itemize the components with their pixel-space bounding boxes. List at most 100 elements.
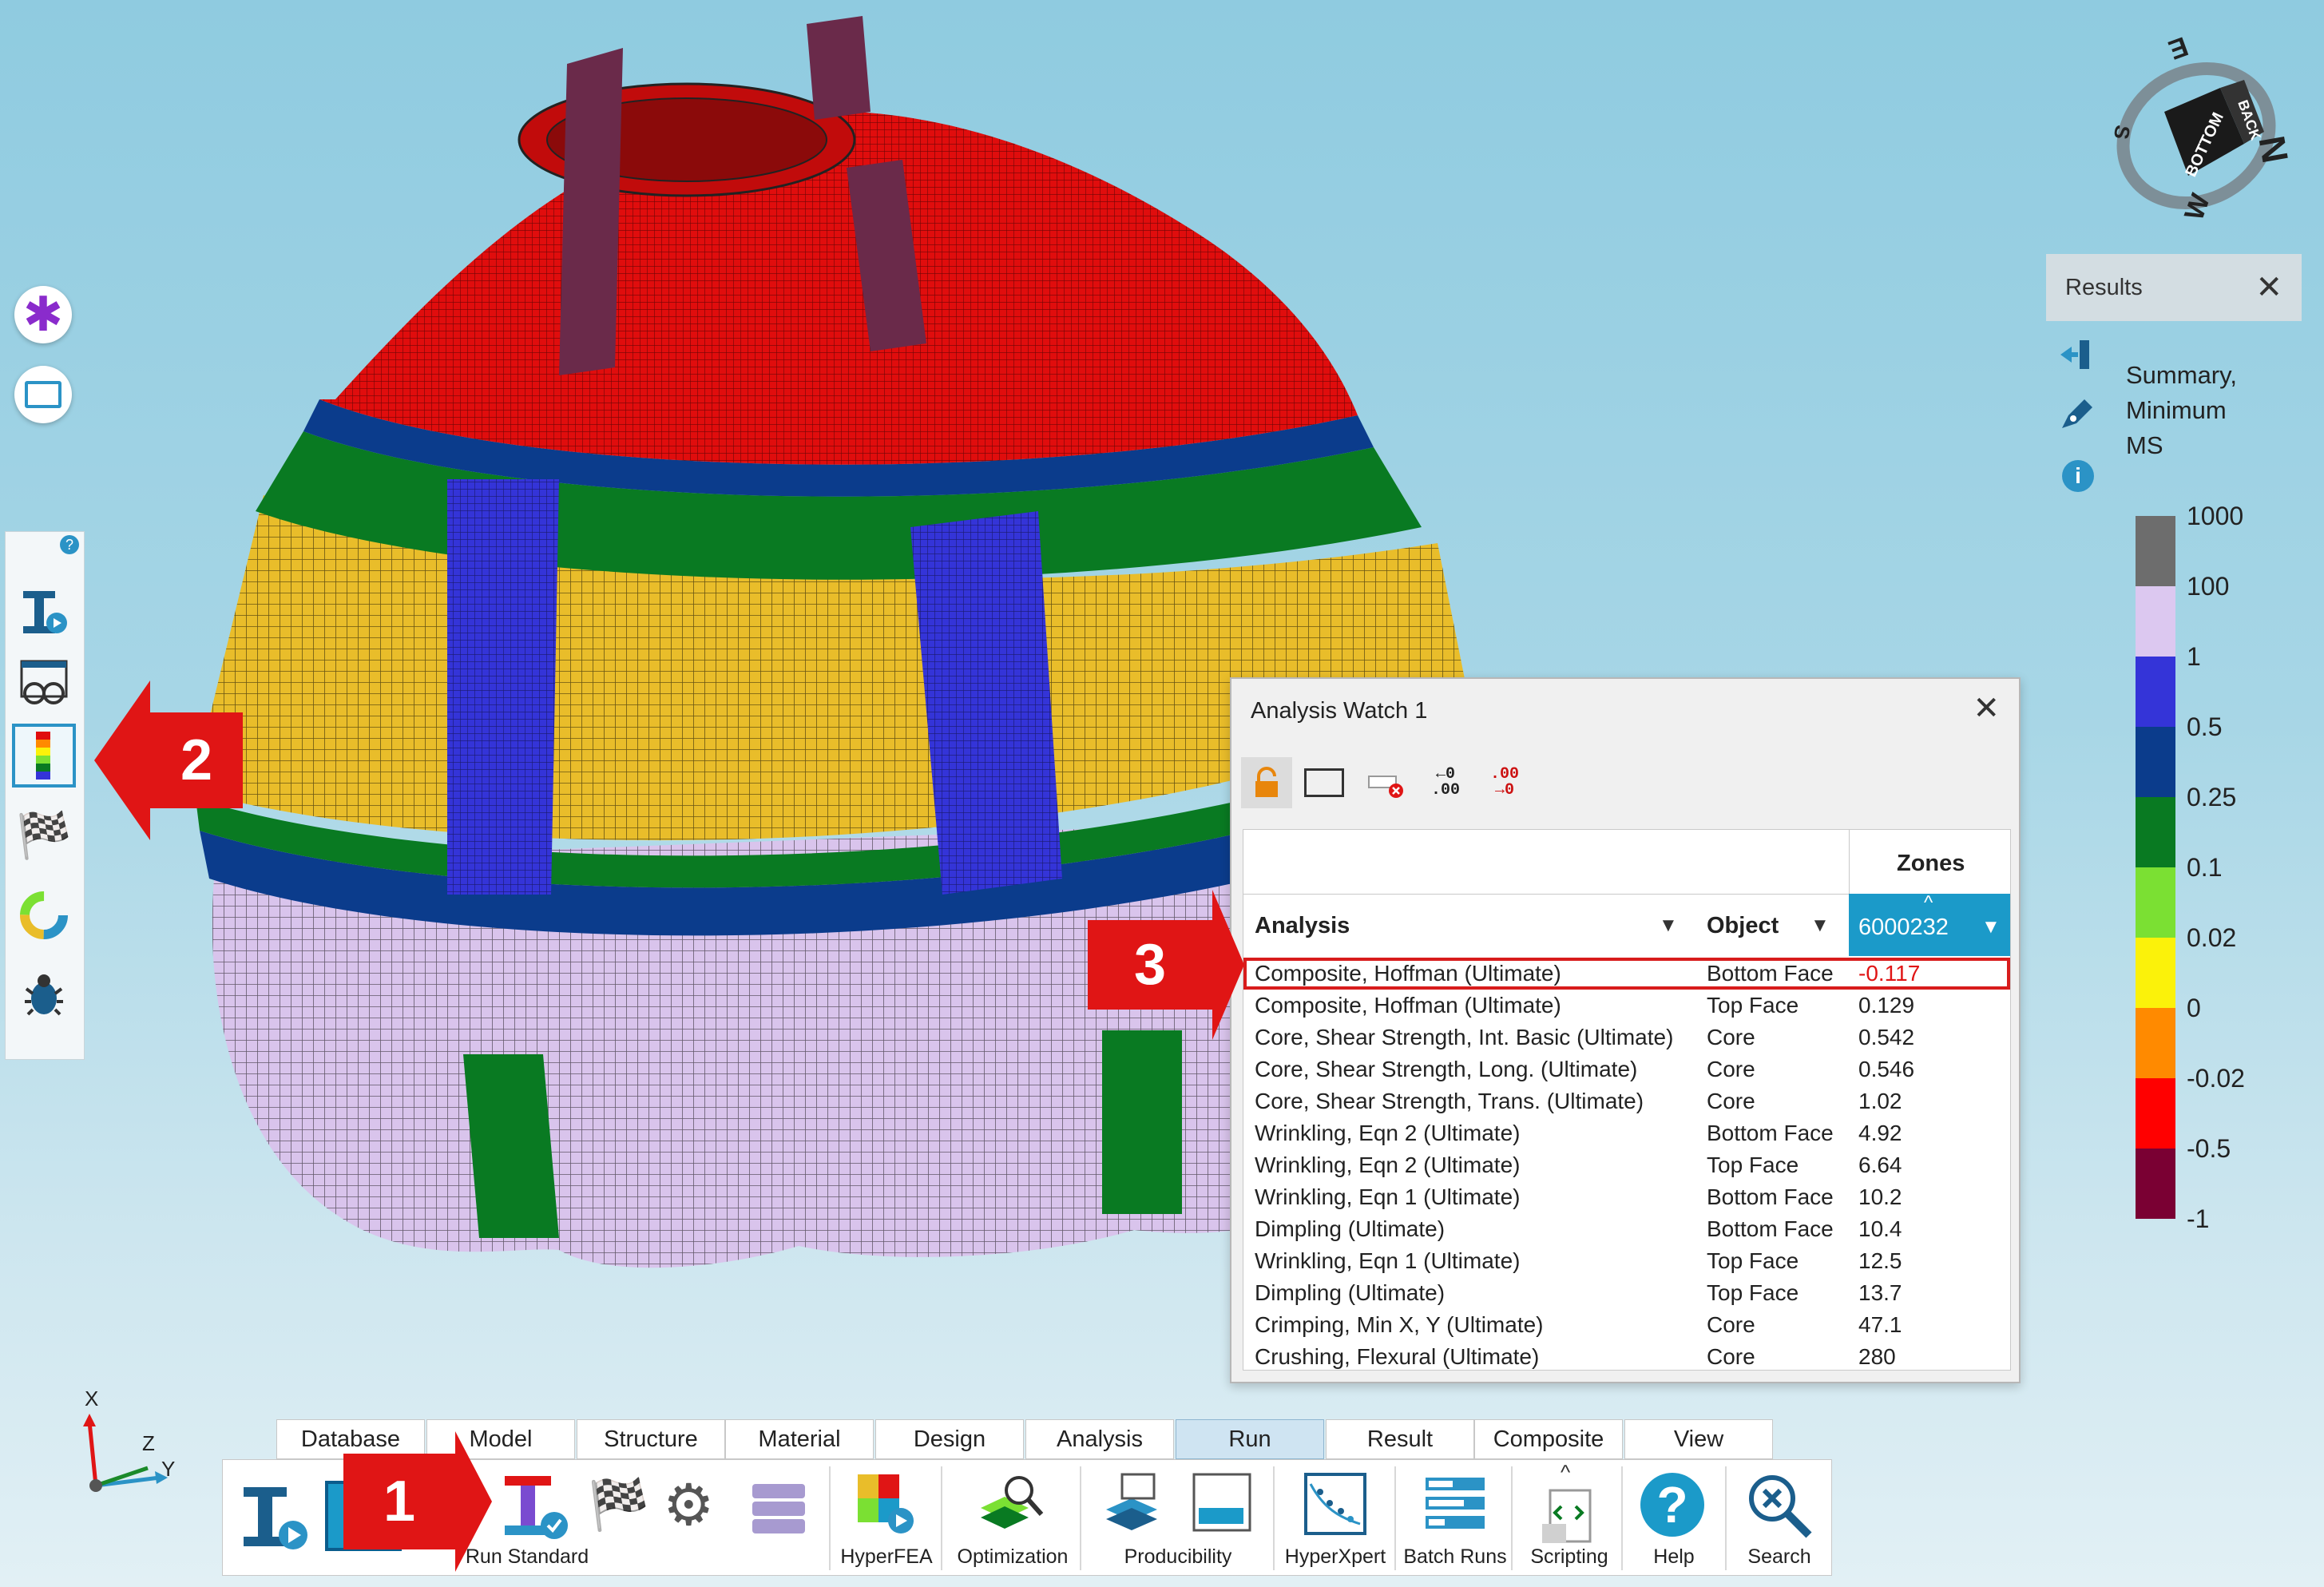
clear-button[interactable] bbox=[1359, 757, 1410, 808]
legend-swatch bbox=[2136, 727, 2175, 797]
run-finish-button[interactable]: 🏁 bbox=[583, 1465, 649, 1572]
info-icon[interactable]: i bbox=[2062, 460, 2094, 492]
results-edit-button[interactable] bbox=[2057, 391, 2099, 433]
object-cell: Bottom Face bbox=[1707, 1121, 1834, 1145]
color-legend-icon bbox=[36, 732, 50, 780]
rectangle-select-button[interactable] bbox=[14, 366, 72, 423]
bug-icon bbox=[25, 974, 63, 1016]
filter-icon[interactable]: ▼ bbox=[1659, 915, 1678, 937]
tab-material[interactable]: Material bbox=[725, 1419, 874, 1459]
producibility-button[interactable]: Producibility bbox=[1086, 1465, 1270, 1572]
table-row[interactable]: Wrinkling, Eqn 1 (Ultimate) Top Face 12.5 bbox=[1243, 1245, 2010, 1277]
value-cell: 6.64 bbox=[1858, 1153, 1902, 1177]
tab-run[interactable]: Run bbox=[1176, 1419, 1324, 1459]
filter-icon[interactable]: ▼ bbox=[1981, 916, 2001, 938]
run-i-icon bbox=[244, 1487, 307, 1549]
tab-result[interactable]: Result bbox=[1326, 1419, 1474, 1459]
table-row[interactable]: Composite, Hoffman (Ultimate) Top Face 0.1… bbox=[1243, 990, 2010, 1022]
value-cell: 280 bbox=[1858, 1344, 1896, 1369]
legend-label: -1 bbox=[2187, 1204, 2210, 1233]
tab-composite[interactable]: Composite bbox=[1474, 1419, 1623, 1459]
object-cell: Core bbox=[1707, 1344, 1755, 1369]
mode-label-line-2: Minimum bbox=[2126, 396, 2227, 424]
hyperxpert-label: HyperXpert bbox=[1284, 1545, 1386, 1568]
help-icon: ? bbox=[1640, 1473, 1704, 1537]
results-mode-label: Summary, Minimum MS bbox=[2126, 358, 2237, 463]
hyperxpert-icon bbox=[1304, 1473, 1366, 1535]
legend-swatch bbox=[2136, 586, 2175, 657]
table-row[interactable]: Wrinkling, Eqn 2 (Ultimate) Bottom Face 4.… bbox=[1243, 1117, 2010, 1149]
help-icon[interactable]: ? bbox=[60, 535, 79, 554]
search-button[interactable]: Search bbox=[1731, 1465, 1827, 1572]
donut-tool[interactable] bbox=[12, 883, 76, 947]
table-row[interactable]: Dimpling (Ultimate) Top Face 13.7 bbox=[1243, 1277, 2010, 1309]
callout-arrow-2 bbox=[94, 680, 150, 840]
scripting-button[interactable]: ^ Scripting bbox=[1517, 1460, 1621, 1572]
analysis-cell: Dimpling (Ultimate) bbox=[1255, 1280, 1446, 1305]
asterisk-button[interactable]: ✱ bbox=[14, 286, 72, 343]
results-back-button[interactable] bbox=[2057, 337, 2092, 372]
tab-view[interactable]: View bbox=[1624, 1419, 1773, 1459]
tab-analysis[interactable]: Analysis bbox=[1025, 1419, 1174, 1459]
batch-runs-button[interactable]: Batch Runs bbox=[1399, 1465, 1511, 1572]
collapse-ribbon-icon[interactable]: ^ bbox=[1561, 1460, 1570, 1485]
lock-button[interactable] bbox=[1241, 757, 1292, 808]
hyperxpert-button[interactable]: HyperXpert bbox=[1279, 1465, 1391, 1572]
results-panel-header: Results ✕ bbox=[2046, 254, 2302, 321]
table-row[interactable]: Wrinkling, Eqn 1 (Ultimate) Bottom Face 10… bbox=[1243, 1181, 2010, 1213]
analysis-column-header[interactable]: Analysis bbox=[1255, 913, 1350, 939]
callout-3: 3 bbox=[1088, 920, 1212, 1010]
tab-design[interactable]: Design bbox=[875, 1419, 1024, 1459]
results-contour-tool[interactable] bbox=[12, 724, 76, 788]
help-button[interactable]: ? Help bbox=[1626, 1465, 1722, 1572]
zone-column-header[interactable]: ^ 6000232 ▼ bbox=[1849, 892, 2010, 956]
table-row[interactable]: Core, Shear Strength, Trans. (Ultimate) C… bbox=[1243, 1085, 2010, 1117]
scripting-label: Scripting bbox=[1530, 1545, 1608, 1568]
3d-viewport[interactable]: ✱ ? 🏁 2 BOTTOM BACK E S W N Results ✕ i … bbox=[0, 0, 2324, 1587]
producibility-icon bbox=[1106, 1473, 1251, 1532]
table-row[interactable]: Core, Shear Strength, Int. Basic (Ultima… bbox=[1243, 1022, 2010, 1053]
optimization-button[interactable]: Optimization bbox=[949, 1465, 1077, 1572]
close-icon[interactable]: ✕ bbox=[1973, 690, 2000, 727]
run-hypersizer-button[interactable] bbox=[232, 1465, 319, 1572]
table-row[interactable]: Crimping, Min X, Y (Ultimate) Core 47.1 bbox=[1243, 1309, 2010, 1341]
hyperfea-button[interactable]: HyperFEA bbox=[839, 1465, 934, 1572]
glasses-icon bbox=[20, 660, 68, 704]
settings-button[interactable]: ⚙ bbox=[655, 1465, 727, 1572]
analysis-cell: Wrinkling, Eqn 1 (Ultimate) bbox=[1255, 1184, 1521, 1209]
table-row[interactable]: Wrinkling, Eqn 2 (Ultimate) Top Face 6.64 bbox=[1243, 1149, 2010, 1181]
server-icon bbox=[752, 1484, 805, 1533]
increase-decimals-button[interactable]: .00 →0 bbox=[1479, 757, 1530, 808]
object-cell: Core bbox=[1707, 1089, 1755, 1113]
select-area-button[interactable] bbox=[1299, 757, 1350, 808]
sort-asc-icon: ^ bbox=[1924, 892, 1933, 914]
decrease-decimals-button[interactable]: ←0 .00 bbox=[1420, 757, 1471, 808]
object-cell: Bottom Face bbox=[1707, 1216, 1834, 1241]
table-row[interactable]: Core, Shear Strength, Long. (Ultimate) Co… bbox=[1243, 1053, 2010, 1085]
tab-structure[interactable]: Structure bbox=[577, 1419, 725, 1459]
table-row[interactable]: Crushing, Flexural (Ultimate) Core 280 bbox=[1243, 1341, 2010, 1373]
legend-swatch bbox=[2136, 1008, 2175, 1078]
object-cell: Core bbox=[1707, 1312, 1755, 1337]
value-cell: 13.7 bbox=[1858, 1280, 1902, 1305]
left-tool-strip: ? 🏁 bbox=[5, 531, 85, 1060]
producibility-label: Producibility bbox=[1124, 1545, 1232, 1568]
navigation-cube[interactable]: BOTTOM BACK E S W N bbox=[2108, 30, 2296, 232]
analysis-cell: Crushing, Flexural (Ultimate) bbox=[1255, 1344, 1540, 1369]
callout-1: 1 bbox=[343, 1454, 455, 1549]
table-row[interactable]: Dimpling (Ultimate) Bottom Face 10.4 bbox=[1243, 1213, 2010, 1245]
view-tool[interactable] bbox=[12, 652, 76, 716]
run-standard-icon bbox=[505, 1476, 568, 1539]
run-standard-button[interactable]: Run Standard bbox=[463, 1465, 591, 1572]
filter-icon[interactable]: ▼ bbox=[1810, 915, 1830, 937]
table-row-selected[interactable]: Composite, Hoffman (Ultimate) Bottom Face… bbox=[1243, 958, 2010, 990]
object-column-header[interactable]: Object bbox=[1707, 913, 1779, 939]
close-icon[interactable]: ✕ bbox=[2255, 269, 2282, 306]
finish-flag-tool[interactable]: 🏁 bbox=[12, 803, 76, 867]
analysis-cell: Crimping, Min X, Y (Ultimate) bbox=[1255, 1312, 1544, 1337]
server-button[interactable] bbox=[743, 1465, 815, 1572]
legend-swatch bbox=[2136, 938, 2175, 1008]
run-hypersizer-tool[interactable] bbox=[12, 580, 76, 644]
collapse-arrow-icon bbox=[2060, 340, 2089, 369]
debug-tool[interactable] bbox=[12, 963, 76, 1027]
